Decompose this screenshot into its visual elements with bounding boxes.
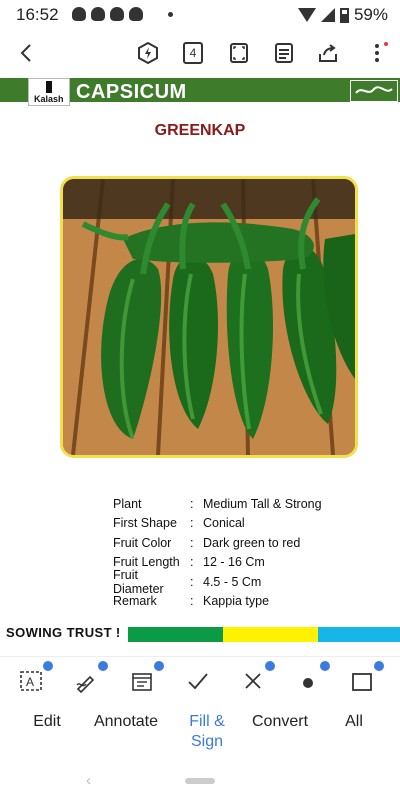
spec-value: Medium Tall & Strong [203, 496, 322, 511]
reader-mode-icon[interactable] [273, 42, 295, 64]
battery-percent: 59% [353, 5, 388, 24]
brand-emblem-icon [350, 80, 398, 102]
logo-text: Kalash [34, 94, 64, 104]
spec-colon: : [190, 496, 194, 511]
share-icon[interactable] [317, 42, 339, 64]
signature-tool[interactable] [74, 661, 108, 697]
header-banner: Kalash CAPSICUM [0, 78, 400, 106]
spec-value: Dark green to red [203, 535, 301, 550]
blue-band [318, 627, 400, 642]
dot-icon [303, 678, 313, 688]
product-name: GREENKAP [154, 122, 246, 139]
spec-row: Fruit Diameter:4.5 - 5 Cm [113, 568, 322, 596]
date-tool[interactable] [130, 661, 164, 697]
spec-row: Remark: Kappia type [113, 592, 322, 612]
more-notifications-dot-icon [168, 12, 173, 17]
product-photo [60, 176, 358, 458]
checkmark-icon [188, 673, 208, 690]
spec-value: 4.5 - 5 Cm [203, 574, 262, 589]
kalash-logo-mark [46, 81, 52, 93]
status-bar: 16:52 59% [0, 0, 400, 30]
spec-row: First Shape: Conical [113, 514, 322, 534]
notification-icon [72, 7, 86, 21]
spec-colon: : [190, 516, 194, 531]
top-toolbar: 4 [0, 30, 400, 76]
tab-edit[interactable]: Edit [20, 712, 74, 732]
checkmark-tool[interactable] [186, 669, 214, 697]
spec-value: 12 - 16 Cm [203, 555, 265, 570]
calendar-icon [132, 673, 152, 691]
signal-icon [320, 8, 335, 22]
spec-key: Fruit Color [113, 535, 172, 550]
spec-value: Kappia type [203, 594, 270, 609]
spec-key: First Shape [113, 516, 177, 531]
dot-tool[interactable] [296, 661, 330, 697]
text-box-icon: A [20, 671, 42, 691]
spec-row: Plant: Medium Tall & Strong [113, 494, 322, 514]
notification-icon [110, 7, 124, 21]
rectangle-icon [352, 673, 372, 691]
battery-icon [339, 7, 349, 23]
page-count-icon[interactable]: 4 [183, 42, 203, 64]
home-pill[interactable] [185, 778, 215, 784]
spec-value: Conical [203, 516, 245, 531]
pdf-page[interactable]: Kalash CAPSICUM GREENKAP Plant: Medium … [0, 76, 400, 656]
spec-colon: : [190, 555, 194, 570]
crop-title: CAPSICUM [76, 81, 187, 103]
flash-icon[interactable] [137, 42, 159, 64]
tab-annotate[interactable]: Annotate [88, 712, 164, 732]
spec-colon: : [190, 594, 194, 609]
svg-text:A: A [26, 675, 34, 689]
spec-table: Plant: Medium Tall & Strong First Shape: C… [113, 494, 322, 611]
notification-icons [72, 7, 143, 21]
badge-icon [320, 661, 330, 671]
fill-sign-tools: A [0, 656, 400, 716]
tab-fill-sign[interactable]: Fill & Sign [180, 712, 234, 752]
spec-key: Plant [113, 496, 142, 511]
spec-row: Fruit Color: Dark green to red [113, 533, 322, 553]
more-icon[interactable] [366, 42, 388, 64]
bottom-tabs: Edit Annotate Fill & Sign Convert All [0, 708, 400, 768]
yellow-band [223, 627, 318, 642]
spec-key: Remark [113, 594, 157, 609]
slogan-text: SOWING TRUST ! [6, 625, 121, 640]
badge-icon [265, 661, 275, 671]
spec-key: Fruit Diameter [113, 567, 164, 596]
cross-tool[interactable] [241, 661, 275, 697]
tab-all[interactable]: All [334, 712, 374, 732]
status-time: 16:52 [16, 5, 59, 24]
status-right: 59% [297, 5, 388, 25]
text-box-tool[interactable]: A [19, 661, 53, 697]
system-nav-bar: ‹ [0, 768, 400, 800]
badge-icon [43, 661, 53, 671]
kalash-logo: Kalash [28, 78, 70, 106]
signature-pen-icon [76, 675, 95, 694]
badge-icon [98, 661, 108, 671]
rectangle-tool[interactable] [350, 661, 384, 697]
notification-icon [91, 7, 105, 21]
spec-colon: : [190, 574, 194, 589]
spec-colon: : [190, 535, 194, 550]
tab-convert[interactable]: Convert [250, 712, 310, 732]
badge-icon [374, 661, 384, 671]
green-band [128, 627, 223, 642]
nav-back-icon[interactable]: ‹ [86, 772, 91, 789]
cross-icon [245, 673, 261, 689]
back-arrow-icon[interactable] [16, 42, 38, 64]
badge-icon [154, 661, 164, 671]
wifi-icon [297, 8, 316, 22]
slogan-band: SOWING TRUST ! [0, 624, 400, 642]
notification-icon [129, 7, 143, 21]
fit-page-icon[interactable] [228, 42, 250, 64]
